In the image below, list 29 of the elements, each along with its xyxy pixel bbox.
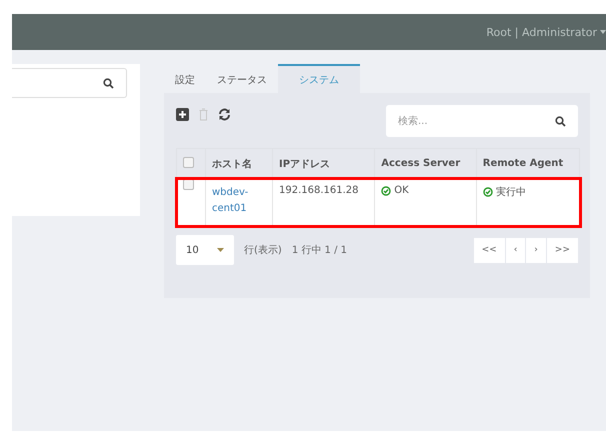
checkbox[interactable] xyxy=(183,156,194,168)
rows-label: 行(表示) xyxy=(244,244,282,257)
caret-icon xyxy=(217,248,224,252)
check-circle-icon xyxy=(482,187,493,197)
add-icon[interactable] xyxy=(176,108,189,120)
table-cell: OK xyxy=(394,185,409,196)
checkbox[interactable] xyxy=(183,179,194,190)
page-button[interactable]: › xyxy=(526,238,546,262)
table-cell-text: 実行中 xyxy=(496,186,526,199)
user-menu[interactable]: Root | Administrator xyxy=(486,26,597,38)
table-row[interactable]: wbdev-cent01 192.168.161.28 OK 実行中 xyxy=(176,178,580,226)
column-header[interactable]: Access Server xyxy=(374,148,476,178)
search-field[interactable] xyxy=(12,68,127,98)
search-icon xyxy=(555,116,566,126)
page-button[interactable]: ‹ xyxy=(506,238,526,262)
column-header[interactable]: Remote Agent xyxy=(476,148,580,178)
tab[interactable]: ステータス xyxy=(206,64,278,93)
search-icon xyxy=(103,78,114,88)
page-button[interactable]: << xyxy=(474,238,505,262)
column-header[interactable]: IPアドレス xyxy=(272,148,375,178)
refresh-icon[interactable] xyxy=(218,108,231,120)
caret-icon xyxy=(600,30,606,34)
page-summary: 1 行中 1 / 1 xyxy=(292,244,347,257)
page-size-select[interactable]: 10 xyxy=(176,235,234,265)
page-button[interactable]: >> xyxy=(546,238,578,262)
check-circle-icon xyxy=(381,186,392,196)
tab[interactable]: 設定 xyxy=(164,64,206,93)
table-cell: 192.168.161.28 xyxy=(279,185,359,196)
column-header[interactable]: ホスト名 xyxy=(206,148,272,178)
